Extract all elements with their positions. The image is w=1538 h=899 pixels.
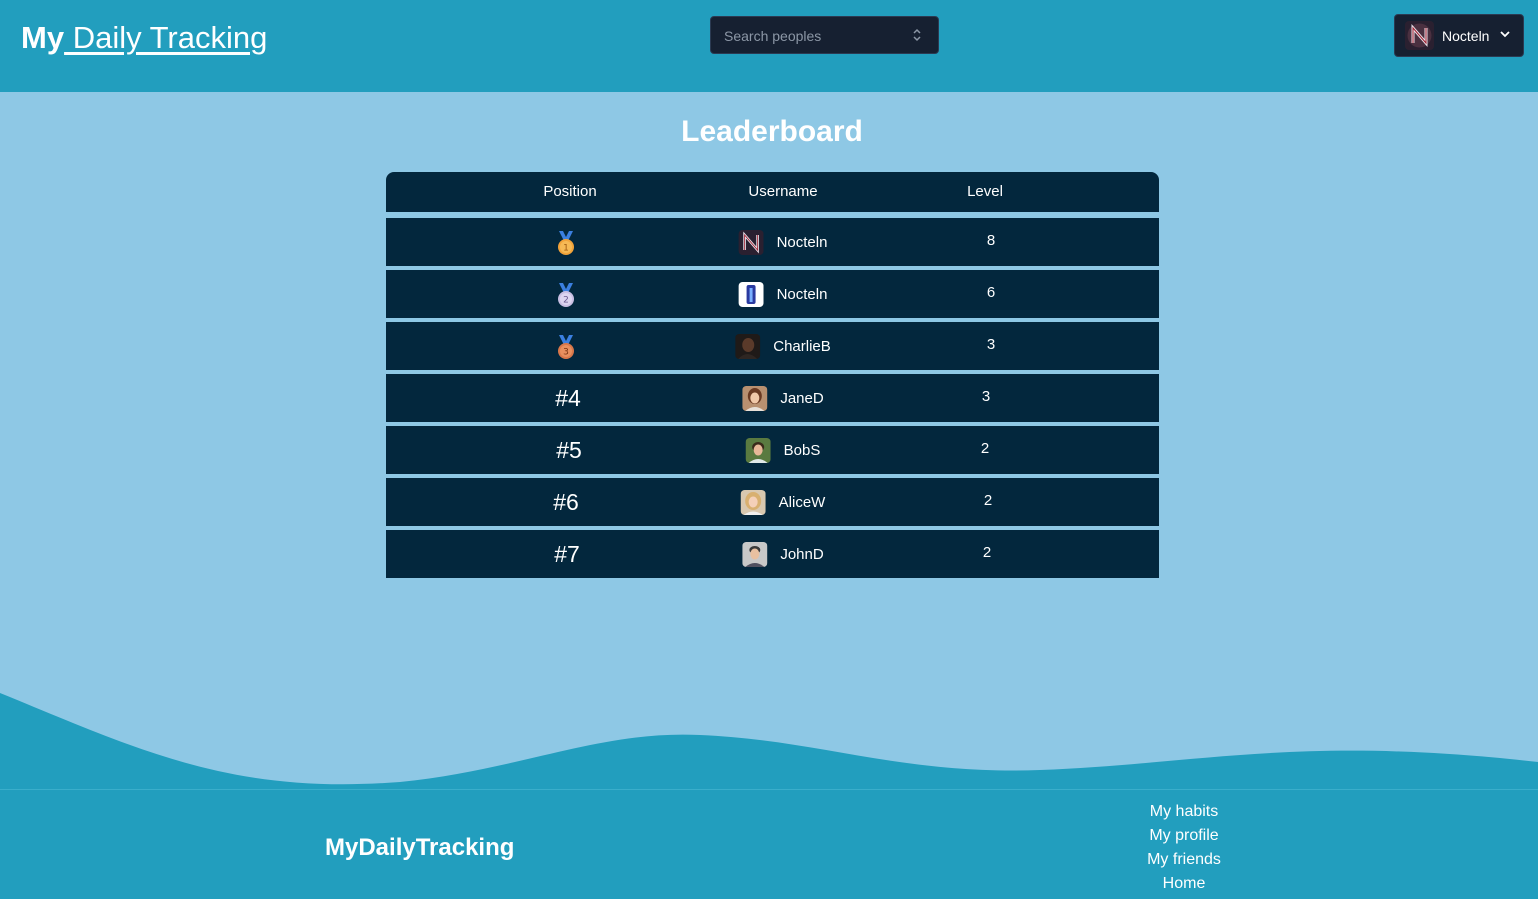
level-value: 3 <box>986 336 996 353</box>
table-row: #5 BobS 2 <box>386 426 1159 474</box>
user-cell: JohnD <box>742 542 824 567</box>
level-value: 3 <box>981 388 991 405</box>
level-value: 6 <box>986 284 996 301</box>
user-avatar <box>1405 21 1434 50</box>
user-avatar <box>735 334 761 359</box>
search-people-select[interactable]: Search peoples <box>710 16 939 54</box>
header-username: Username <box>748 183 818 200</box>
chevron-down-icon <box>1500 31 1510 38</box>
level-value: 8 <box>986 232 996 249</box>
user-avatar <box>738 282 764 307</box>
page-title: Leaderboard <box>681 115 863 148</box>
select-arrows-icon <box>913 28 921 42</box>
user-cell: JaneD <box>742 386 824 411</box>
user-avatar <box>738 230 764 255</box>
table-row: 1 Nocteln 8 <box>386 218 1159 266</box>
user-cell: BobS <box>745 438 821 463</box>
footer-link-home[interactable]: Home <box>1124 872 1244 896</box>
user-avatar <box>742 542 768 567</box>
footer-link-my-friends[interactable]: My friends <box>1124 848 1244 872</box>
username: Nocteln <box>776 286 828 303</box>
table-row: 3 CharlieB 3 <box>386 322 1159 370</box>
medal-rank-text: 2 <box>563 296 569 306</box>
table-row: #4 JaneD 3 <box>386 374 1159 422</box>
table-row: #6 AliceW 2 <box>386 478 1159 526</box>
rank-text: #5 <box>556 437 582 463</box>
top-navbar: My Daily Tracking Search peoples Nocteln <box>0 0 1538 92</box>
level-value: 2 <box>982 544 992 561</box>
table-row: 2 Nocteln 6 <box>386 270 1159 318</box>
footer: MyDailyTracking My habits My profile My … <box>0 789 1538 899</box>
footer-link-my-profile[interactable]: My profile <box>1124 824 1244 848</box>
footer-links: My habits My profile My friends Home <box>1124 800 1244 896</box>
header-position: Position <box>543 183 597 200</box>
user-avatar <box>745 438 771 463</box>
search-placeholder: Search peoples <box>724 28 822 44</box>
table-row: #7 JohnD 2 <box>386 530 1159 578</box>
user-cell: Nocteln <box>738 282 828 307</box>
brand-link[interactable]: My Daily Tracking <box>21 18 267 58</box>
medal-rank-text: 1 <box>563 244 569 254</box>
bronze-medal-icon: 3 <box>558 335 574 359</box>
username: AliceW <box>778 494 826 511</box>
username: JohnD <box>780 546 824 563</box>
leaderboard-table: Position Username Level 1 Nocteln 8 2 No… <box>386 172 1159 578</box>
gold-medal-icon: 1 <box>558 231 574 255</box>
user-avatar <box>740 490 766 515</box>
user-menu-button[interactable]: Nocteln <box>1394 14 1524 57</box>
username: CharlieB <box>773 338 831 355</box>
level-value: 2 <box>980 440 990 457</box>
user-name: Nocteln <box>1442 28 1490 44</box>
username: Nocteln <box>776 234 828 251</box>
rank-text: #4 <box>555 385 581 411</box>
footer-brand: MyDailyTracking <box>325 834 515 861</box>
footer-link-my-habits[interactable]: My habits <box>1124 800 1244 824</box>
rank-text: #6 <box>553 489 579 515</box>
footer-wave <box>0 693 1538 790</box>
rank-text: #7 <box>554 541 580 567</box>
header-level: Level <box>967 183 1003 200</box>
level-value: 2 <box>983 492 993 509</box>
table-header: Position Username Level <box>386 172 1159 212</box>
user-cell: Nocteln <box>738 230 828 255</box>
username: JaneD <box>780 390 824 407</box>
medal-rank-text: 3 <box>563 348 569 358</box>
user-cell: CharlieB <box>735 334 831 359</box>
user-cell: AliceW <box>740 490 826 515</box>
silver-medal-icon: 2 <box>558 283 574 307</box>
username: BobS <box>783 442 821 459</box>
user-avatar <box>742 386 768 411</box>
